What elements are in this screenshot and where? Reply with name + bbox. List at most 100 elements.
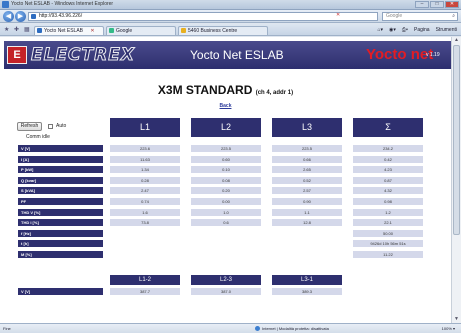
row-label: I [A] [18,156,103,163]
row-label: PF [18,198,103,205]
auto-label: Auto [56,123,67,129]
product-name: Yocto Net ESLAB [190,48,284,62]
url-input[interactable]: http://93.43.96.226/ [28,12,378,21]
refresh-button[interactable]: Refresh [17,122,42,131]
row-label: M [%] [18,251,103,258]
value-cell: 0.28 [110,177,180,184]
value-cell: 1.0 [191,209,261,216]
value-cell: 2.47 [110,187,180,194]
value-cell: 1.1 [272,209,342,216]
forward-arrow-icon[interactable]: ▶ [15,11,26,22]
value-cell: 4.32 [353,187,423,194]
home-icon[interactable]: ⌂▾ [378,27,384,33]
scroll-up-icon[interactable]: ▲ [453,37,460,44]
line-voltage-header: L2-3 [191,275,261,285]
row-label: Q [kvar] [18,177,103,184]
stop-icon[interactable]: ✕ [336,12,340,18]
tab-close-icon[interactable]: ✕ [90,28,94,34]
status-bar: Fine Internet | Modalità protetta: disat… [0,323,461,333]
feeds-icon[interactable]: ◉▾ [389,27,396,33]
tab-favicon-icon [181,28,186,33]
logo-text: ELECTREX [31,45,135,66]
value-cell: 4.23 [353,166,423,173]
address-bar: ◀ ▶ http://93.43.96.226/ ✕ Google ⌕ [0,10,461,23]
back-link[interactable]: Back [0,103,451,109]
favorites-star-icon[interactable]: ★ [4,26,9,33]
tab-favicon-icon [109,28,114,33]
value-cell: 11.63 [110,156,180,163]
line-voltage-header: L1-2 [110,275,180,285]
maximize-icon[interactable]: □ [430,1,444,8]
value-cell: 0.60 [191,156,261,163]
tab-favicon-icon [37,28,42,33]
search-placeholder: Google [386,13,403,19]
value-cell: 1.2 [353,209,423,216]
scroll-thumb[interactable] [453,45,460,235]
value-cell: 387.7 [110,288,180,295]
search-input[interactable]: Google ⌕ [382,12,458,21]
tab-business-centre[interactable]: 5460 Business Centre [178,26,268,35]
tab-bar: ★ ✚ ▦ Yocto Net ESLAB ✕ Google 5460 Busi… [0,24,461,36]
value-cell: 0.6 [191,219,261,226]
value-cell: 0.08 [191,177,261,184]
row-label: THD I [%] [18,219,103,226]
value-cell: 223.6 [110,145,180,152]
close-icon[interactable]: ✕ [445,1,459,8]
value-cell: 0.42 [353,156,423,163]
row-label: S [kVA] [18,187,103,194]
value-cell: 0.20 [191,187,261,194]
print-icon[interactable]: ⎙▾ [402,27,408,33]
zoom-level[interactable]: 100% ▾ [442,326,455,331]
vertical-scrollbar[interactable]: ▲ ▼ [451,37,461,323]
row-label: THD V [%] [18,209,103,216]
row-label: P [kW] [18,166,103,173]
value-cell: 0.66 [272,156,342,163]
value-cell: 1.34 [110,166,180,173]
version-label: v 1.19 [426,52,440,58]
column-header: L2 [191,118,261,137]
column-header: L3 [272,118,342,137]
globe-icon [255,326,260,332]
value-cell: 223.5 [191,145,261,152]
window-controls: – □ ✕ [415,1,459,8]
value-cell: 0.90 [272,198,342,205]
value-cell: 9426d 10h 56m 51s [353,240,423,247]
value-cell: 0.87 [353,177,423,184]
tab-label: 5460 Business Centre [188,28,238,34]
row-label: t [h] [18,240,103,247]
value-cell: 223.5 [272,145,342,152]
logo-mark-icon: E [7,46,27,64]
page-title: X3M STANDARD (ch 4, addr 1) [157,83,294,97]
page-favicon-icon [31,14,36,19]
command-tools[interactable]: Strumenti [436,27,457,33]
command-bar: ⌂▾ ◉▾ ⎙▾ Pagina Strumenti [378,27,458,33]
auto-checkbox[interactable] [48,124,53,129]
value-cell: 2.57 [272,187,342,194]
minimize-icon[interactable]: – [415,1,429,8]
status-text: Fine [3,326,11,331]
security-zone[interactable]: Internet | Modalità protetta: disattivat… [255,326,329,332]
ie-icon [2,1,9,8]
url-text: http://93.43.96.226/ [39,13,83,19]
value-cell: 12.8 [272,219,342,226]
tab-list-icon[interactable]: ▦ [24,26,30,33]
tab-label: Google [116,28,133,34]
add-favorite-icon[interactable]: ✚ [14,26,19,33]
scroll-down-icon[interactable]: ▼ [453,316,460,323]
value-cell: 0.52 [272,177,342,184]
tab-yocto[interactable]: Yocto Net ESLAB ✕ [34,26,104,35]
value-cell: 22.1 [353,219,423,226]
row-label: V [V] [18,288,103,295]
search-icon[interactable]: ⌕ [452,13,455,20]
page-content: E ELECTREX Yocto Net ESLAB Yocto net v 1… [0,37,451,323]
command-page[interactable]: Pagina [414,27,430,33]
window-title: Yocto Net ESLAB - Windows Internet Explo… [11,1,114,7]
column-header: Σ [353,118,423,137]
row-label: V [V] [18,145,103,152]
tab-google[interactable]: Google [106,26,176,35]
connection-status: Comm idle [26,134,50,140]
value-cell: 1.6 [110,209,180,216]
back-arrow-icon[interactable]: ◀ [3,11,14,22]
value-cell: 387.0 [191,288,261,295]
value-cell: 0.74 [110,198,180,205]
